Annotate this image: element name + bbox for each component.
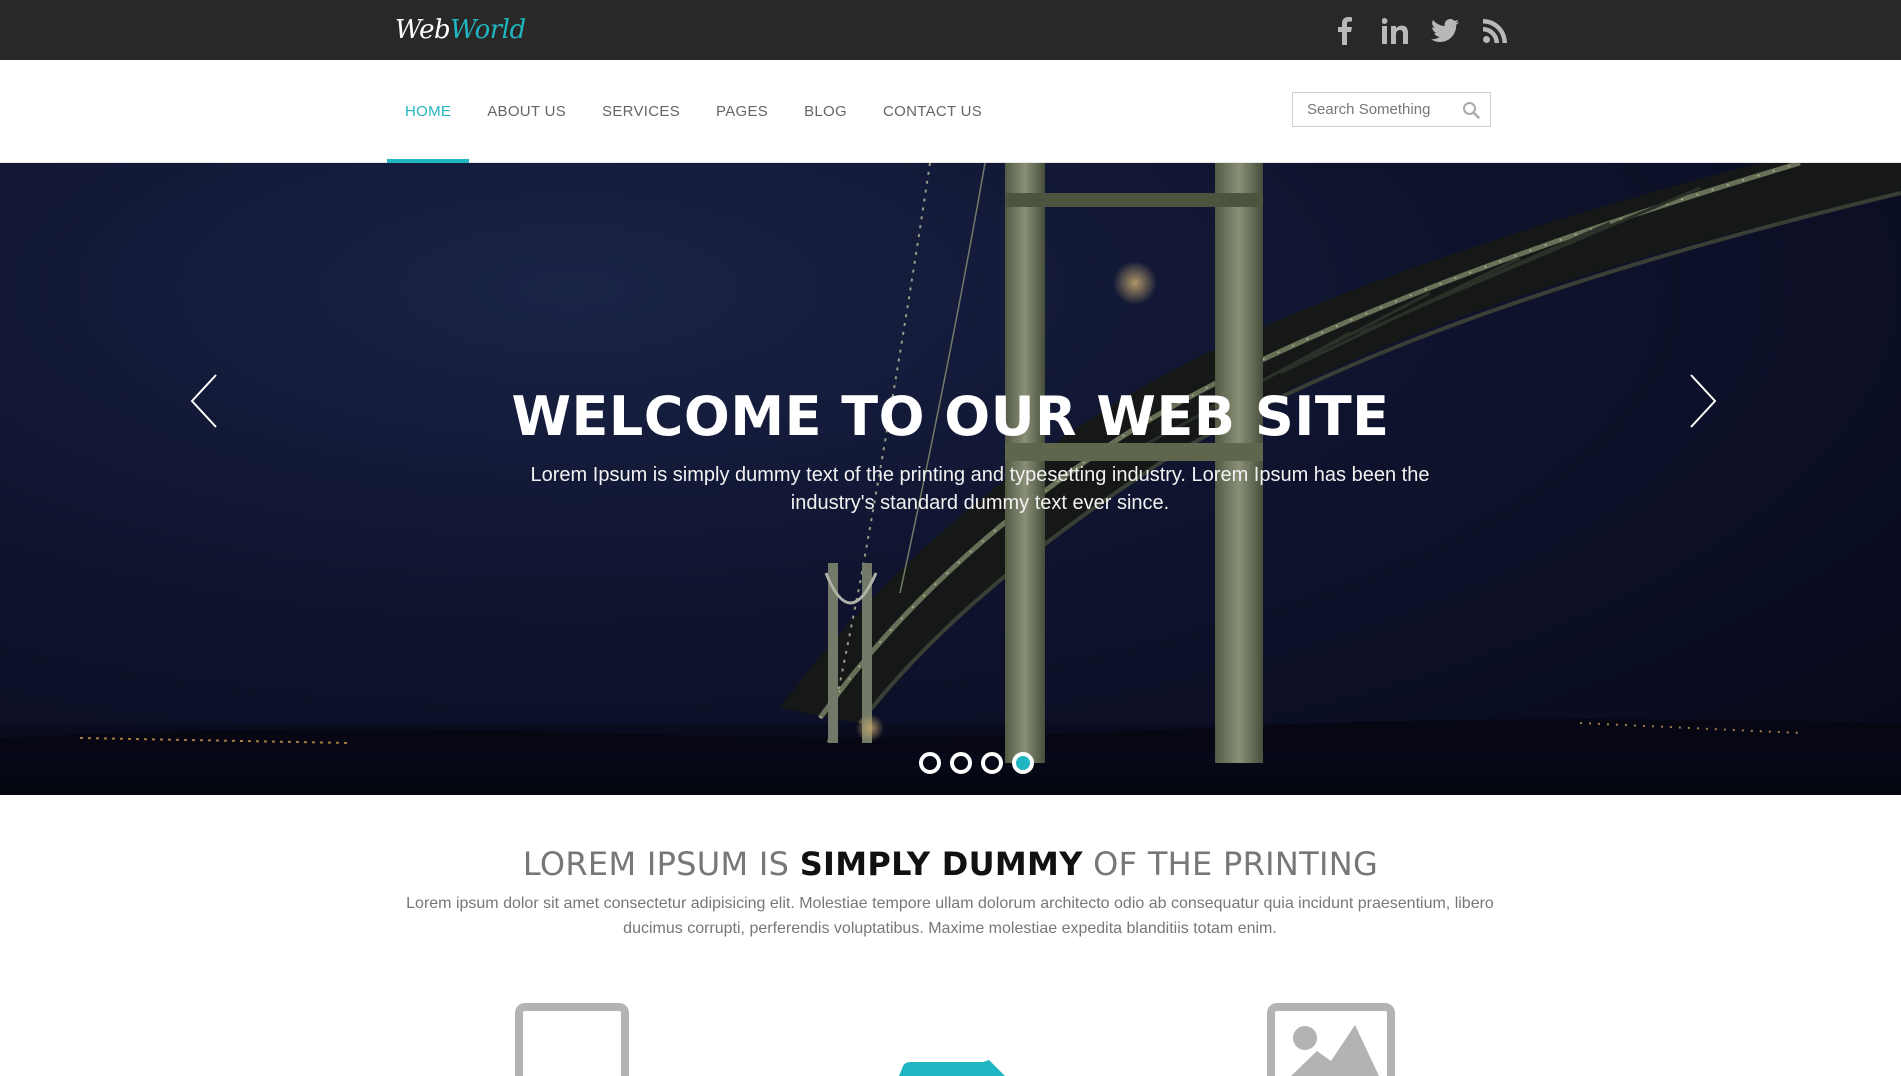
social-links: [1330, 14, 1510, 48]
logo-part-web: Web: [395, 15, 451, 45]
slider-dot-2[interactable]: [950, 752, 972, 774]
monitor-icon: [515, 1003, 629, 1076]
nav-item-pages[interactable]: PAGES: [698, 60, 786, 163]
main-navbar: HOME ABOUT US SERVICES PAGES BLOG CONTAC…: [0, 60, 1901, 163]
section-description: Lorem ipsum dolor sit amet consectetur a…: [406, 895, 1494, 937]
section-title-pre: LOREM IPSUM IS: [522, 845, 800, 883]
logo[interactable]: WebWorld: [395, 12, 526, 48]
section-title-bold: SIMPLY DUMMY: [799, 845, 1083, 883]
hero-text: Lorem Ipsum is simply dummy text of the …: [530, 464, 1430, 514]
search-icon[interactable]: [1462, 101, 1480, 119]
logo-part-world: World: [450, 15, 526, 45]
section-title-post: OF THE PRINTING: [1082, 845, 1379, 883]
nav-item-home[interactable]: HOME: [387, 60, 470, 163]
rss-icon[interactable]: [1480, 16, 1510, 46]
main-nav: HOME ABOUT US SERVICES PAGES BLOG CONTAC…: [387, 60, 1000, 163]
facebook-icon[interactable]: [1330, 16, 1360, 46]
hero-slider: WELCOME TO OUR WEB SITE Lorem Ipsum is s…: [0, 163, 1901, 795]
image-icon: [1267, 1003, 1395, 1076]
slider-dot-3[interactable]: [981, 752, 1003, 774]
linkedin-icon[interactable]: [1380, 16, 1410, 46]
nav-item-blog[interactable]: BLOG: [786, 60, 865, 163]
slider-dot-4[interactable]: [1012, 752, 1034, 774]
nav-item-about-us[interactable]: ABOUT US: [469, 60, 584, 163]
nav-item-contact-us[interactable]: CONTACT US: [865, 60, 1000, 163]
nav-item-services[interactable]: SERVICES: [584, 60, 698, 163]
search-box: [1292, 92, 1491, 127]
twitter-icon[interactable]: [1430, 16, 1460, 46]
slider-dot-1[interactable]: [919, 752, 941, 774]
search-input[interactable]: [1307, 101, 1457, 118]
top-bar: WebWorld: [0, 0, 1901, 60]
section-title: LOREM IPSUM IS SIMPLY DUMMY OF THE PRINT…: [0, 845, 1901, 883]
hero-title: WELCOME TO OUR WEB SITE: [511, 385, 1390, 448]
slider-pagination: [919, 752, 1034, 774]
pencil-icon: [893, 1060, 1013, 1076]
